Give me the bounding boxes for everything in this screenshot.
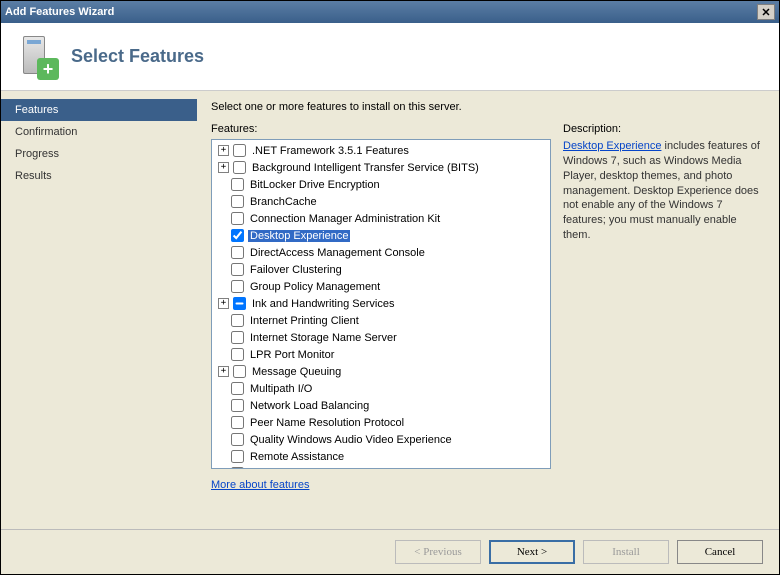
features-label: Features:: [211, 123, 551, 135]
feature-row[interactable]: + .NET Framework 3.5.1 Features: [212, 142, 550, 159]
feature-label[interactable]: Connection Manager Administration Kit: [248, 213, 442, 225]
feature-checkbox[interactable]: [233, 297, 246, 310]
nav-item-features[interactable]: Features: [1, 99, 197, 121]
feature-label[interactable]: Ink and Handwriting Services: [250, 298, 396, 310]
feature-checkbox[interactable]: [231, 178, 244, 191]
feature-row[interactable]: Connection Manager Administration Kit: [212, 210, 550, 227]
feature-label[interactable]: Network Load Balancing: [248, 400, 371, 412]
feature-checkbox[interactable]: [231, 382, 244, 395]
nav-item-results[interactable]: Results: [1, 165, 197, 187]
titlebar: Add Features Wizard ✕: [1, 1, 779, 23]
feature-label[interactable]: Group Policy Management: [248, 281, 382, 293]
feature-checkbox[interactable]: [231, 229, 244, 242]
feature-label[interactable]: LPR Port Monitor: [248, 349, 336, 361]
feature-checkbox[interactable]: [231, 467, 244, 468]
header: + Select Features: [1, 23, 779, 91]
instruction-text: Select one or more features to install o…: [211, 101, 765, 113]
description-text: Desktop Experience includes features of …: [563, 139, 765, 243]
sidebar: FeaturesConfirmationProgressResults: [1, 91, 197, 529]
expand-icon[interactable]: +: [218, 162, 229, 173]
footer: < Previous Next > Install Cancel: [1, 529, 779, 574]
expand-icon[interactable]: +: [218, 298, 229, 309]
feature-row[interactable]: Group Policy Management: [212, 278, 550, 295]
feature-label[interactable]: Remote Assistance: [248, 451, 346, 463]
feature-checkbox[interactable]: [231, 246, 244, 259]
next-button[interactable]: Next >: [489, 540, 575, 564]
feature-label[interactable]: Quality Windows Audio Video Experience: [248, 434, 454, 446]
feature-row[interactable]: Desktop Experience: [212, 227, 550, 244]
feature-checkbox[interactable]: [231, 195, 244, 208]
feature-row[interactable]: + Background Intelligent Transfer Service…: [212, 159, 550, 176]
feature-checkbox[interactable]: [233, 161, 246, 174]
feature-row[interactable]: Remote Differential Compression: [212, 465, 550, 468]
feature-row[interactable]: Internet Storage Name Server: [212, 329, 550, 346]
feature-label[interactable]: Remote Differential Compression: [248, 468, 414, 469]
feature-checkbox[interactable]: [233, 365, 246, 378]
feature-label[interactable]: Failover Clustering: [248, 264, 344, 276]
feature-label[interactable]: Desktop Experience: [248, 230, 350, 242]
window-title: Add Features Wizard: [5, 6, 757, 18]
feature-label[interactable]: Peer Name Resolution Protocol: [248, 417, 406, 429]
feature-row[interactable]: DirectAccess Management Console: [212, 244, 550, 261]
nav-item-confirmation[interactable]: Confirmation: [1, 121, 197, 143]
feature-label[interactable]: BitLocker Drive Encryption: [248, 179, 382, 191]
wizard-icon: +: [13, 34, 59, 80]
feature-label[interactable]: BranchCache: [248, 196, 319, 208]
feature-label[interactable]: Message Queuing: [250, 366, 343, 378]
feature-checkbox[interactable]: [231, 331, 244, 344]
feature-row[interactable]: Quality Windows Audio Video Experience: [212, 431, 550, 448]
feature-row[interactable]: BitLocker Drive Encryption: [212, 176, 550, 193]
feature-checkbox[interactable]: [231, 212, 244, 225]
wizard-window: Add Features Wizard ✕ + Select Features …: [0, 0, 780, 575]
feature-row[interactable]: + Ink and Handwriting Services: [212, 295, 550, 312]
nav-item-progress[interactable]: Progress: [1, 143, 197, 165]
feature-row[interactable]: Peer Name Resolution Protocol: [212, 414, 550, 431]
feature-label[interactable]: .NET Framework 3.5.1 Features: [250, 145, 411, 157]
feature-checkbox[interactable]: [233, 144, 246, 157]
features-tree[interactable]: + .NET Framework 3.5.1 Features + Backgroun…: [211, 139, 551, 469]
feature-checkbox[interactable]: [231, 416, 244, 429]
feature-row[interactable]: LPR Port Monitor: [212, 346, 550, 363]
body: FeaturesConfirmationProgressResults Sele…: [1, 91, 779, 529]
feature-label[interactable]: DirectAccess Management Console: [248, 247, 427, 259]
page-title: Select Features: [71, 46, 204, 67]
feature-label[interactable]: Background Intelligent Transfer Service …: [250, 162, 481, 174]
feature-row[interactable]: BranchCache: [212, 193, 550, 210]
feature-row[interactable]: Remote Assistance: [212, 448, 550, 465]
feature-row[interactable]: Multipath I/O: [212, 380, 550, 397]
feature-row[interactable]: Failover Clustering: [212, 261, 550, 278]
feature-checkbox[interactable]: [231, 280, 244, 293]
feature-row[interactable]: Network Load Balancing: [212, 397, 550, 414]
more-about-features-link[interactable]: More about features: [211, 479, 551, 491]
feature-checkbox[interactable]: [231, 263, 244, 276]
previous-button[interactable]: < Previous: [395, 540, 481, 564]
feature-checkbox[interactable]: [231, 314, 244, 327]
cancel-button[interactable]: Cancel: [677, 540, 763, 564]
install-button[interactable]: Install: [583, 540, 669, 564]
description-link[interactable]: Desktop Experience: [563, 140, 661, 152]
description-label: Description:: [563, 123, 765, 135]
feature-row[interactable]: Internet Printing Client: [212, 312, 550, 329]
feature-checkbox[interactable]: [231, 399, 244, 412]
feature-label[interactable]: Multipath I/O: [248, 383, 314, 395]
feature-row[interactable]: + Message Queuing: [212, 363, 550, 380]
feature-label[interactable]: Internet Printing Client: [248, 315, 361, 327]
description-body: includes features of Windows 7, such as …: [563, 140, 760, 241]
expand-icon[interactable]: +: [218, 366, 229, 377]
feature-checkbox[interactable]: [231, 433, 244, 446]
feature-label[interactable]: Internet Storage Name Server: [248, 332, 399, 344]
feature-checkbox[interactable]: [231, 450, 244, 463]
main-panel: Select one or more features to install o…: [197, 91, 779, 529]
feature-checkbox[interactable]: [231, 348, 244, 361]
close-button[interactable]: ✕: [757, 4, 775, 20]
expand-icon[interactable]: +: [218, 145, 229, 156]
